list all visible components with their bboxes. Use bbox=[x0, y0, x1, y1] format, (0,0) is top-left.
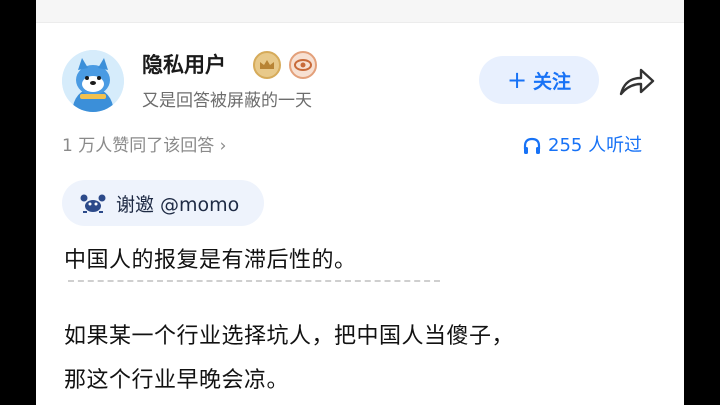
highlight-underline bbox=[68, 280, 440, 282]
top-bar bbox=[36, 0, 684, 23]
answer-card: 隐私用户 又是回答被屏蔽的一天 + 关注 1 万人赞同了该回答 › 255 人听… bbox=[36, 0, 684, 405]
chevron-right-icon: › bbox=[219, 136, 227, 156]
share-arrow-icon[interactable] bbox=[617, 64, 657, 100]
answer-paragraph-1: 中国人的报复是有滞后性的。 bbox=[64, 248, 357, 273]
headphones-icon bbox=[523, 137, 541, 154]
left-letterbox bbox=[0, 0, 36, 405]
follow-button[interactable]: + 关注 bbox=[479, 56, 599, 104]
listen-count[interactable]: 255 人听过 bbox=[522, 134, 642, 158]
author-avatar[interactable] bbox=[62, 50, 124, 112]
likes-count[interactable]: 1 万人赞同了该回答 › bbox=[62, 134, 226, 158]
answer-paragraph-2-line-1: 如果某一个行业选择坑人，把中国人当傻子， bbox=[64, 324, 515, 349]
invite-chip[interactable]: 谢邀 @momo bbox=[62, 180, 264, 226]
eye-badge-icon[interactable] bbox=[289, 51, 317, 79]
author-name[interactable]: 隐私用户 bbox=[142, 51, 226, 79]
plus-icon: + bbox=[506, 66, 528, 94]
crab-mascot-icon bbox=[80, 194, 106, 213]
likes-text: 1 万人赞同了该回答 bbox=[62, 136, 215, 156]
follow-label: 关注 bbox=[533, 70, 572, 93]
invite-label: 谢邀 @momo bbox=[116, 193, 240, 216]
answer-paragraph-2-line-2: 那这个行业早晚会凉。 bbox=[64, 368, 290, 393]
crown-badge-icon[interactable] bbox=[253, 51, 281, 79]
author-bio: 又是回答被屏蔽的一天 bbox=[142, 91, 312, 111]
right-letterbox bbox=[684, 0, 720, 405]
listen-text: 255 人听过 bbox=[548, 135, 643, 156]
